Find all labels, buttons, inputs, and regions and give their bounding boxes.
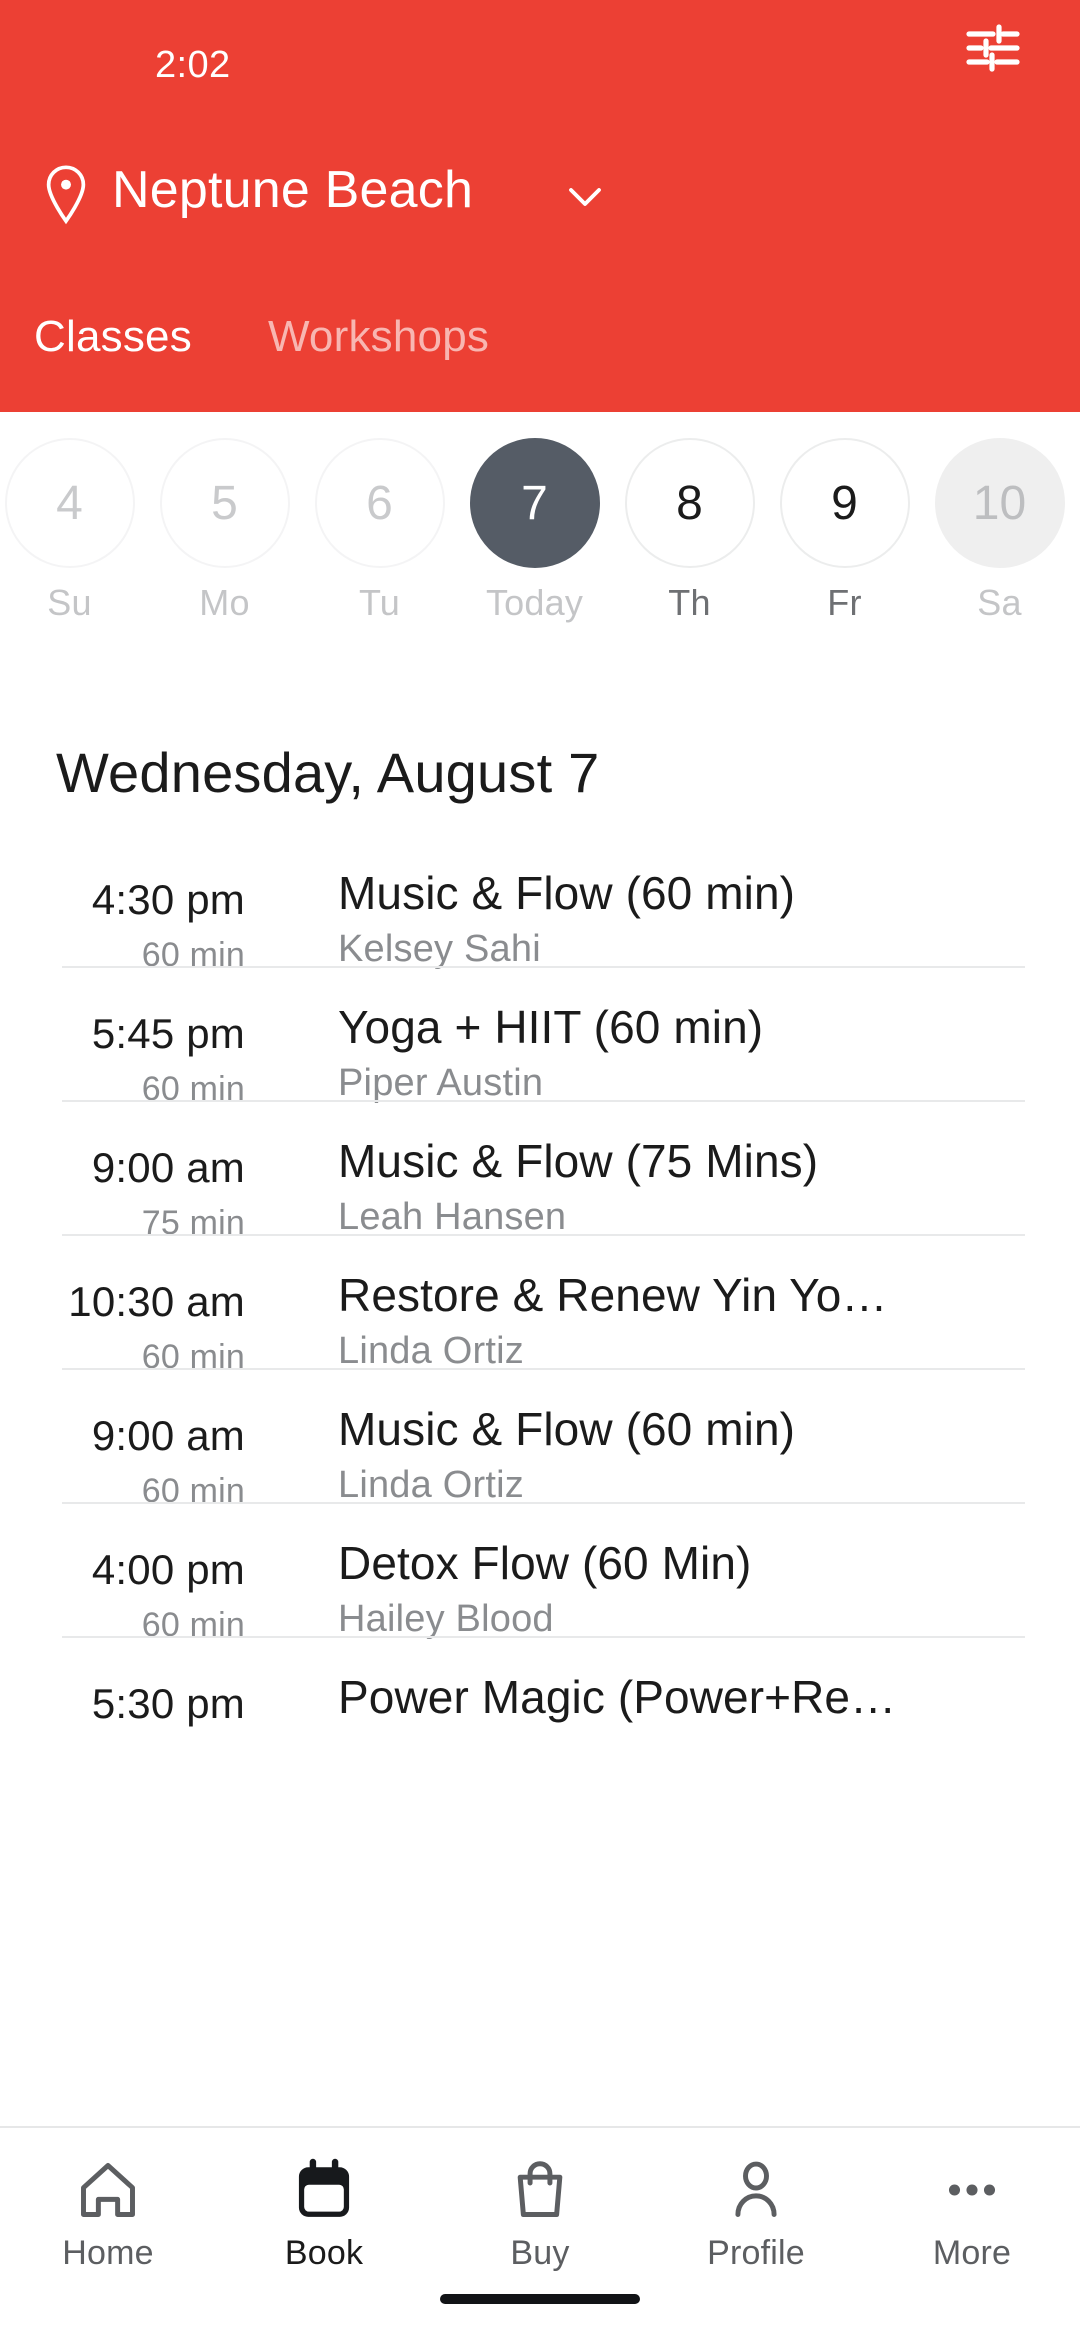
calendar-icon <box>216 2150 432 2230</box>
class-duration: 60 min <box>141 1338 245 1376</box>
location-selector[interactable]: Neptune Beach <box>0 148 1080 248</box>
date-chip-9[interactable]: 9 Fr <box>767 438 922 624</box>
date-chip-6[interactable]: 6 Tu <box>302 438 457 624</box>
class-duration: 75 min <box>141 1204 245 1242</box>
bottom-nav: Home Book Buy Profile More <box>0 2126 1080 2340</box>
app-header: 2:02 Neptune Beach Classes Workshops <box>0 0 1080 412</box>
date-weekday-label: Th <box>668 582 711 623</box>
date-number: 8 <box>624 438 755 568</box>
chevron-down-icon[interactable] <box>565 180 605 212</box>
tab-classes[interactable]: Classes <box>34 312 192 362</box>
nav-item-book[interactable]: Book <box>216 2150 432 2273</box>
date-number: 7 <box>469 438 600 568</box>
class-instructor: Hailey Blood <box>338 1598 554 1640</box>
list-divider <box>62 1502 1025 1504</box>
status-bar-clock: 2:02 <box>155 44 231 86</box>
class-time: 10:30 am <box>68 1278 245 1325</box>
list-divider <box>62 1368 1025 1370</box>
home-indicator <box>440 2294 640 2304</box>
status-bar: 2:02 <box>0 0 1080 110</box>
nav-item-label: Buy <box>510 2234 570 2272</box>
class-duration: 60 min <box>141 1070 245 1108</box>
date-weekday-label: Su <box>47 582 92 623</box>
date-weekday-label: Sa <box>977 582 1022 623</box>
date-strip[interactable]: 4 Su 5 Mo 6 Tu 7 Today 8 Th 9 Fr 10 Sa <box>0 412 1080 662</box>
class-instructor: Linda Ortiz <box>338 1464 524 1506</box>
class-time: 9:00 am <box>91 1144 245 1191</box>
list-divider <box>62 966 1025 968</box>
list-divider <box>62 1636 1025 1638</box>
page-title: Wednesday, August 7 <box>56 741 600 804</box>
class-title: Yoga + HIIT (60 min) <box>338 1001 764 1053</box>
ellipsis-icon <box>864 2150 1080 2230</box>
class-time: 4:30 pm <box>91 876 245 923</box>
bag-icon <box>432 2150 648 2230</box>
nav-item-label: Profile <box>707 2234 805 2272</box>
tune-filter-icon[interactable] <box>965 22 1021 74</box>
nav-item-more[interactable]: More <box>864 2150 1080 2273</box>
location-name: Neptune Beach <box>112 161 474 219</box>
person-icon <box>648 2150 864 2230</box>
nav-item-label: Home <box>62 2234 154 2272</box>
class-time: 5:30 pm <box>91 1680 245 1727</box>
date-chip-7[interactable]: 7 Today <box>457 438 612 624</box>
date-chip-5[interactable]: 5 Mo <box>147 438 302 624</box>
class-instructor: Leah Hansen <box>338 1196 567 1238</box>
date-number: 9 <box>779 438 910 568</box>
class-title: Music & Flow (60 min) <box>338 1403 796 1455</box>
date-chip-8[interactable]: 8 Th <box>612 438 767 624</box>
list-divider <box>62 1234 1025 1236</box>
class-instructor: Linda Ortiz <box>338 1330 524 1372</box>
tab-workshops[interactable]: Workshops <box>268 312 489 362</box>
nav-item-label: Book <box>284 2234 364 2272</box>
home-icon <box>0 2150 216 2230</box>
nav-item-profile[interactable]: Profile <box>648 2150 864 2273</box>
class-instructor: Kelsey Sahi <box>338 928 541 970</box>
class-duration: 60 min <box>141 1472 245 1510</box>
class-title: Music & Flow (60 min) <box>338 867 796 919</box>
class-title: Detox Flow (60 Min) <box>338 1537 752 1589</box>
date-chip-4[interactable]: 4 Su <box>0 438 147 624</box>
class-instructor: Piper Austin <box>338 1062 544 1104</box>
class-title: Power Magic (Power+Re… <box>338 1671 897 1723</box>
list-divider <box>62 1100 1025 1102</box>
class-title: Music & Flow (75 Mins) <box>338 1135 819 1187</box>
class-time: 4:00 pm <box>91 1546 245 1593</box>
date-number: 10 <box>934 438 1065 568</box>
location-pin-icon <box>40 164 92 226</box>
date-number: 4 <box>4 438 135 568</box>
class-time: 9:00 am <box>91 1412 245 1459</box>
date-number: 5 <box>159 438 290 568</box>
class-time: 5:45 pm <box>91 1010 245 1057</box>
header-tabs: Classes Workshops <box>0 312 1080 402</box>
nav-item-home[interactable]: Home <box>0 2150 216 2273</box>
date-chip-10[interactable]: 10 Sa <box>922 438 1077 624</box>
class-duration: 60 min <box>141 1606 245 1644</box>
date-number: 6 <box>314 438 445 568</box>
class-title: Restore & Renew Yin Yo… <box>338 1269 888 1321</box>
app-screen: 2:02 Neptune Beach Classes Workshops 4 S… <box>0 0 1080 2340</box>
nav-item-buy[interactable]: Buy <box>432 2150 648 2273</box>
date-weekday-label: Tu <box>358 582 401 623</box>
date-weekday-label: Today <box>485 582 584 623</box>
date-weekday-label: Mo <box>199 582 250 623</box>
nav-item-label: More <box>932 2234 1012 2272</box>
date-weekday-label: Fr <box>827 582 862 623</box>
class-duration: 60 min <box>141 936 245 974</box>
